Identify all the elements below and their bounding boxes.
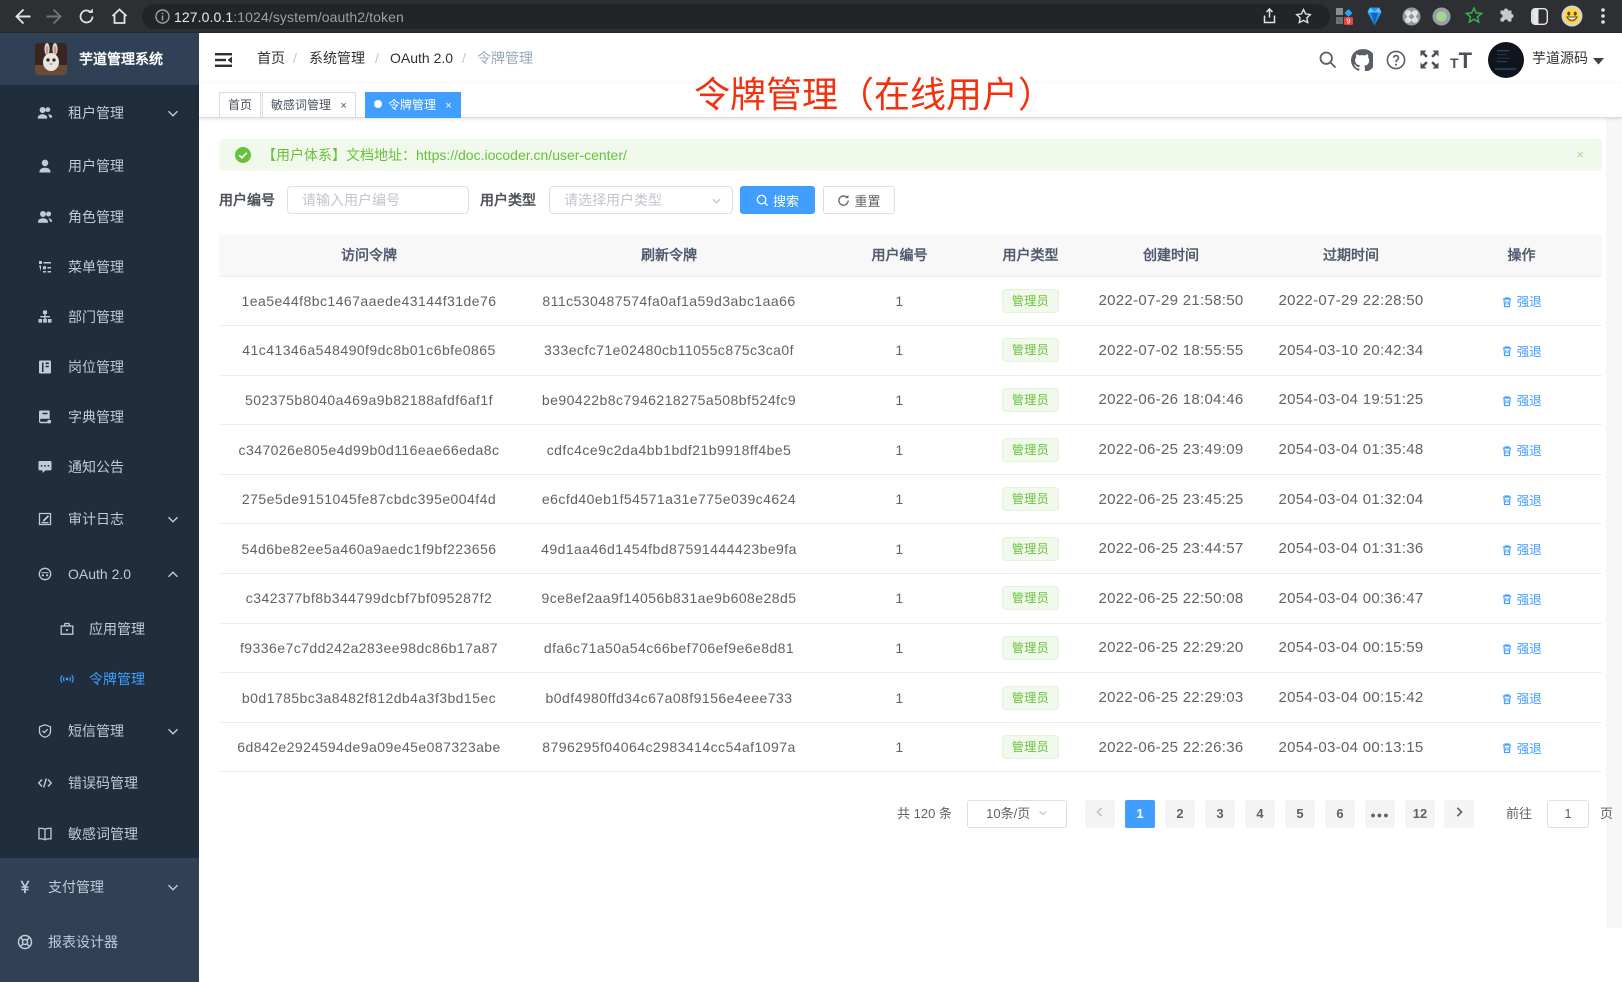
svg-text:9: 9 xyxy=(1346,17,1350,25)
